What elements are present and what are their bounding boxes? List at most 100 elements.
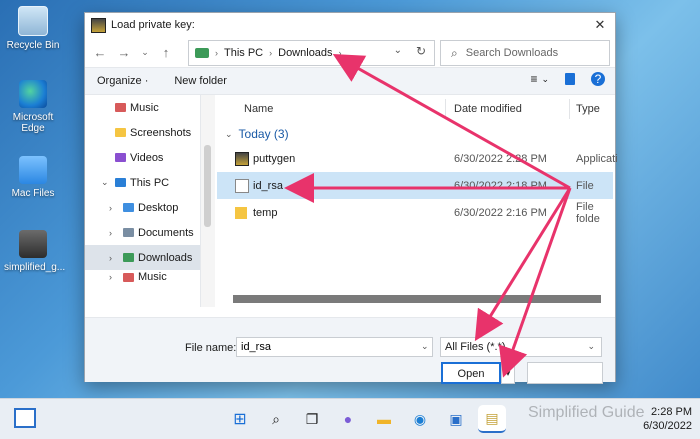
desktop-icon-simplified[interactable]: simplified_g...	[4, 230, 65, 273]
windows-icon: ⊞	[233, 411, 247, 428]
file-name-input[interactable]	[236, 337, 433, 357]
system-clock[interactable]: 2:28 PM 6/30/2022	[643, 405, 692, 433]
music-icon	[115, 103, 126, 112]
file-type-filter[interactable]: All Files (*.*) ⌄	[440, 337, 602, 357]
preview-pane-icon[interactable]	[565, 73, 575, 85]
puttygen-icon	[91, 17, 106, 33]
chevron-right-icon[interactable]: ›	[109, 272, 123, 282]
desktop-icon-mac-files[interactable]: Mac Files	[4, 156, 62, 199]
recycle-bin-icon	[18, 6, 48, 36]
sidebar-item-music[interactable]: Music	[85, 95, 200, 120]
chevron-right-icon: ›	[269, 48, 273, 58]
search-icon: ⌕	[451, 45, 458, 60]
column-divider[interactable]	[445, 99, 446, 119]
sidebar-item-downloads[interactable]: › Downloads	[85, 245, 200, 270]
chevron-right-icon[interactable]: ›	[109, 203, 123, 213]
cancel-button[interactable]	[527, 362, 603, 384]
chevron-right-icon[interactable]: ›	[109, 253, 123, 263]
refresh-icon[interactable]: ↻	[416, 44, 426, 58]
column-headers: Name Date modified Type	[217, 95, 613, 123]
group-header-today[interactable]: ⌄ Today (3)	[217, 123, 613, 145]
store-button[interactable]: ▣	[442, 405, 470, 433]
chevron-down-icon: ⌄	[587, 341, 595, 351]
dialog-footer: File name: ⌄ All Files (*.*) ⌄ Open ▾	[85, 317, 615, 384]
desktop-icon-label: Mac Files	[11, 188, 55, 199]
dialog-title: Load private key:	[111, 19, 195, 31]
chat-icon: ●	[343, 411, 353, 427]
up-button[interactable]: ↑	[157, 45, 175, 60]
column-divider[interactable]	[569, 99, 570, 119]
sidebar-item-music-2[interactable]: › Music	[85, 270, 200, 284]
file-row-puttygen[interactable]: puttygen 6/30/2022 2:28 PM Applicati	[217, 145, 618, 172]
address-bar[interactable]: › This PC › Downloads › ⌄ ↻	[188, 40, 435, 66]
column-type[interactable]: Type	[576, 103, 600, 115]
scroll-thumb[interactable]	[204, 145, 211, 227]
search-taskbar-button[interactable]: ⌕	[262, 405, 290, 433]
widgets-icon[interactable]	[14, 408, 36, 428]
chevron-down-icon[interactable]: ⌄	[225, 129, 233, 140]
desktop-icon-label: Microsoft Edge	[12, 112, 54, 134]
chevron-right-icon[interactable]: ›	[109, 228, 123, 238]
start-button[interactable]: ⊞	[226, 405, 254, 433]
watermark: Simplified Guide	[528, 404, 645, 421]
navigation-pane: Music Screenshots Videos ⌄ This PC › Des…	[85, 95, 201, 307]
folder-icon: ▬	[377, 411, 391, 427]
computer-icon	[115, 178, 126, 187]
file-row-temp[interactable]: temp 6/30/2022 2:16 PM File folde	[217, 199, 613, 226]
file-list: Name Date modified Type ⌄ Today (3) putt…	[217, 95, 618, 307]
search-input[interactable]: ⌕ Search Downloads	[440, 40, 610, 66]
search-icon: ⌕	[272, 410, 280, 427]
chevron-down-icon[interactable]: ⌄	[421, 341, 429, 352]
app-icon	[19, 230, 47, 258]
file-name-label: File name:	[185, 342, 237, 354]
new-folder-button[interactable]: New folder	[174, 75, 227, 87]
open-options-button[interactable]: ▾	[501, 362, 515, 384]
task-view-button[interactable]: ❐	[298, 405, 326, 433]
sidebar-item-desktop[interactable]: › Desktop	[85, 195, 200, 220]
chat-button[interactable]: ●	[334, 405, 362, 433]
help-button[interactable]: ?	[591, 72, 605, 86]
breadcrumb-this-pc[interactable]: This PC	[224, 47, 263, 59]
edge-button[interactable]: ◉	[406, 405, 434, 433]
folder-icon	[235, 206, 247, 219]
edge-icon	[19, 80, 47, 108]
puttygen-icon: ▤	[485, 409, 499, 426]
desktop-icon-recycle-bin[interactable]: Recycle Bin	[4, 6, 62, 51]
music-icon	[123, 272, 134, 282]
desktop-icon-edge[interactable]: Microsoft Edge	[4, 80, 62, 134]
chevron-down-icon[interactable]: ⌄	[101, 177, 115, 188]
chevron-down-icon[interactable]: ⌄	[541, 74, 549, 85]
address-row: ← → ⌄ ↑ › This PC › Downloads › ⌄ ↻ ⌕ Se…	[85, 37, 615, 67]
sidebar-item-this-pc[interactable]: ⌄ This PC	[85, 170, 200, 195]
sidebar-item-videos[interactable]: Videos	[85, 145, 200, 170]
column-name[interactable]: Name	[244, 103, 273, 115]
open-button[interactable]: Open	[441, 362, 501, 384]
clock-date: 6/30/2022	[643, 420, 692, 432]
downloads-icon	[123, 253, 134, 262]
sidebar-item-screenshots[interactable]: Screenshots	[85, 120, 200, 145]
file-row-id-rsa[interactable]: id_rsa 6/30/2022 2:18 PM File	[217, 172, 613, 199]
column-date-modified[interactable]: Date modified	[454, 103, 522, 115]
file-explorer-button[interactable]: ▬	[370, 405, 398, 433]
folder-icon	[19, 156, 47, 184]
puttygen-taskbar-button[interactable]: ▤	[478, 405, 506, 433]
back-button[interactable]: ←	[91, 45, 109, 60]
chevron-right-icon: ›	[215, 48, 218, 58]
horizontal-scrollbar[interactable]	[233, 295, 601, 303]
videos-icon	[115, 153, 126, 162]
chevron-down-icon[interactable]: ⌄	[394, 45, 402, 56]
dialog-titlebar[interactable]: Load private key: ✕	[85, 13, 615, 37]
puttygen-icon	[235, 151, 249, 166]
edge-icon: ◉	[413, 410, 427, 427]
navigation-scrollbar[interactable]	[201, 95, 215, 307]
organize-button[interactable]: Organize ·	[97, 75, 148, 87]
task-view-icon: ❐	[305, 410, 319, 427]
forward-button[interactable]: →	[115, 45, 133, 60]
desktop-icon-label: Recycle Bin	[6, 40, 60, 51]
sidebar-item-documents[interactable]: › Documents	[85, 220, 200, 245]
open-file-dialog: Load private key: ✕ ← → ⌄ ↑ › This PC › …	[84, 12, 618, 384]
breadcrumb-downloads[interactable]: Downloads	[278, 47, 332, 59]
close-button[interactable]: ✕	[591, 16, 609, 34]
view-options-icon[interactable]: ≡	[530, 72, 537, 86]
recent-locations-button[interactable]: ⌄	[139, 47, 151, 58]
